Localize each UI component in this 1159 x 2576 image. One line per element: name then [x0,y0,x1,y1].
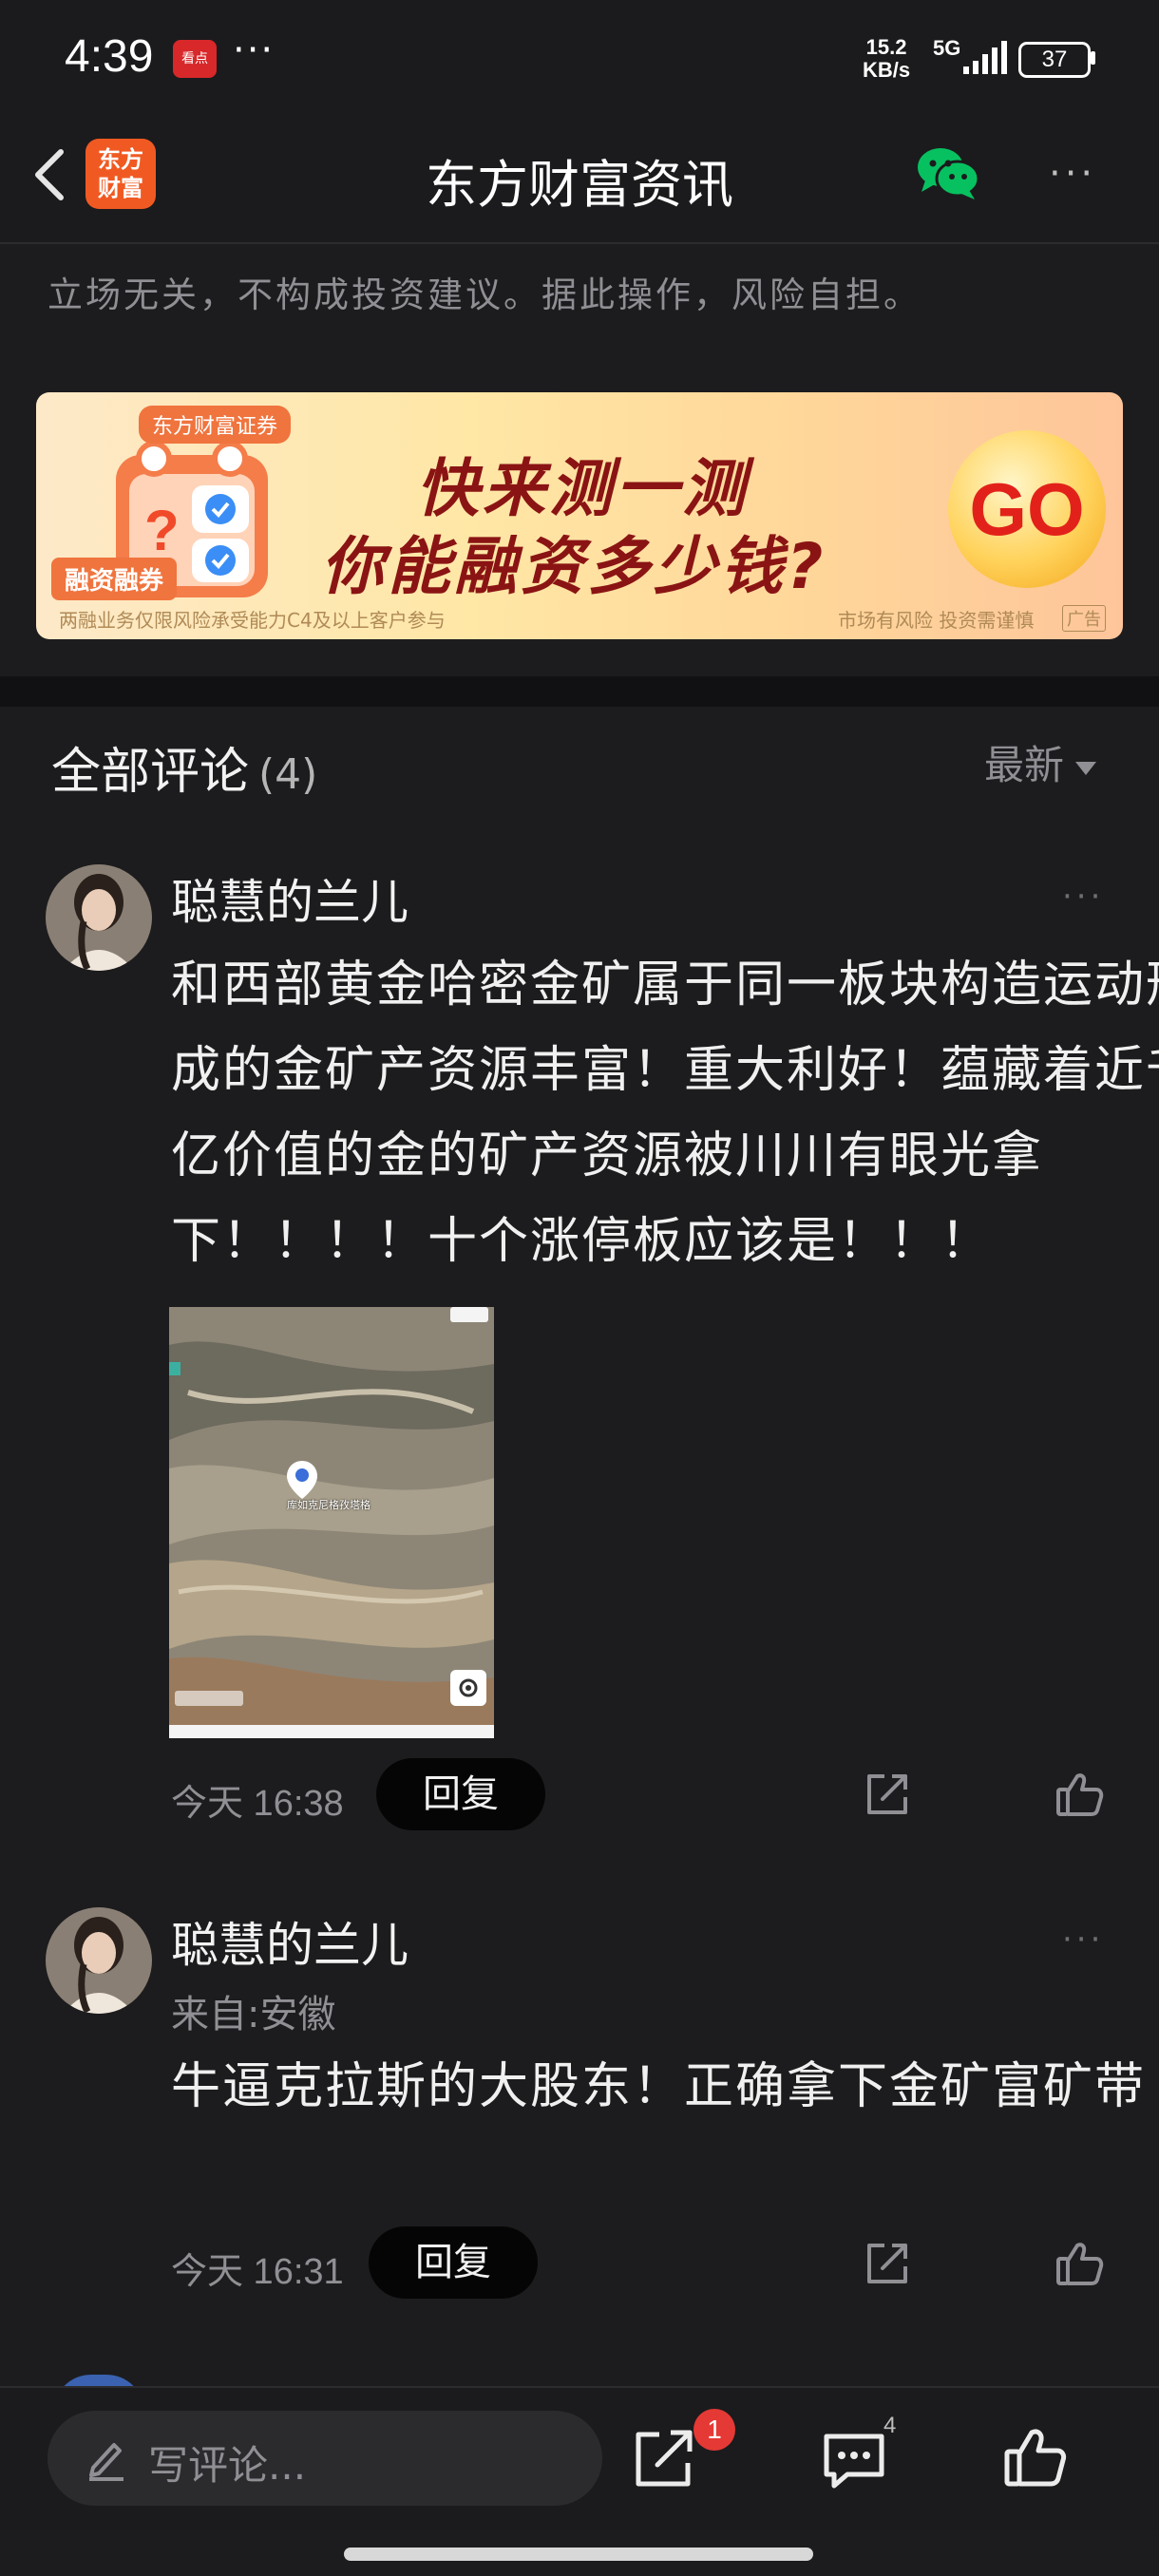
share-icon[interactable] [862,1769,913,1820]
caret-down-icon [1075,761,1097,775]
sort-label: 最新 [984,742,1065,788]
comment-more-icon[interactable]: ··· [1062,1921,1104,1959]
banner-footnote-right: 市场有风险 投资需谨慎 [838,609,1035,632]
network-type: 5G [933,36,961,60]
wechat-icon[interactable] [914,142,982,203]
share-icon[interactable] [862,2238,913,2289]
comment-username[interactable]: 聪慧的兰儿 [171,864,408,933]
network-speed-value: 15.2 [865,35,907,59]
comment-input-placeholder: 写评论... [148,2442,307,2489]
like-icon[interactable] [1001,2423,1070,2491]
section-divider [0,676,1159,707]
status-time: 4:39 [65,31,154,82]
avatar-portrait-image [46,864,152,971]
comment-username[interactable]: 聪慧的兰儿 [171,1907,408,1976]
network-speed-unit: KB/s [863,58,911,82]
like-icon[interactable] [1054,2238,1106,2289]
comment-location: 来自:安徽 [171,1993,336,2036]
comments-title: 全部评论 [51,744,250,801]
disclaimer-text: 立场无关，不构成投资建议。据此操作，风险自担。 [48,275,922,315]
comment-time: 今天 16:38 [171,1784,344,1824]
comment-text: 和西部黄金哈密金矿属于同一板块构造运动形成的金矿产资源丰富！重大利好！蕴藏着近千… [171,957,1159,1270]
share-badge: 1 [694,2409,735,2451]
comment-time: 今天 16:31 [171,2252,344,2292]
comment-icon[interactable] [821,2427,887,2493]
banner-go-button[interactable]: GO [948,430,1106,588]
battery-tip [1091,51,1095,65]
comment-text: 牛逼克拉斯的大股东！正确拿下金矿富矿带 [171,2058,1147,2115]
page-title: 东方财富资讯 [426,155,733,215]
ad-label: 广告 [1062,605,1106,632]
more-icon[interactable]: ··· [1049,152,1096,196]
comments-header: 全部评论 (4) [51,731,317,803]
avatar-portrait-image [46,1907,152,2014]
like-icon[interactable] [1054,1769,1106,1820]
avatar[interactable] [46,864,152,971]
banner-brand: 东方财富证券 [139,406,292,444]
satellite-map-image [169,1307,494,1738]
network-speed: 15.2 KB/s [863,36,910,82]
battery-indicator: 37 [1018,42,1091,78]
banner-tag: 融资融券 [51,558,178,600]
status-notification-dots: ··· [233,28,276,72]
comment-more-icon[interactable]: ··· [1062,878,1104,916]
share-icon[interactable] [631,2425,697,2491]
banner-footnote-left: 两融业务仅限风险承受能力C4及以上客户参与 [59,609,446,632]
svg-text:?: ? [144,499,180,562]
reply-button[interactable]: 回复 [369,2226,538,2299]
home-indicator[interactable] [344,2548,813,2561]
comment-input[interactable] [48,2411,602,2506]
banner-headline-2: 你能融资多少钱? [321,530,827,603]
map-pin-icon [287,1461,317,1499]
reply-button[interactable]: 回复 [376,1758,545,1830]
comment-count: 4 [884,2413,897,2438]
avatar[interactable] [46,1907,152,2014]
comment-image[interactable]: 库如克尼格孜塔格 [169,1307,494,1738]
sort-dropdown[interactable]: 最新 [984,733,1097,791]
map-place-label: 库如克尼格孜塔格 [287,1499,370,1511]
ad-banner[interactable]: ? 东方财富证券 融资融券 快来测一测 你能融资多少钱? GO 两融业务仅限风险… [36,392,1123,639]
comments-count: (4) [258,750,318,799]
signal-icon [963,41,1007,74]
pencil-icon [89,2443,124,2481]
status-app-icon: 看点 [173,40,217,78]
